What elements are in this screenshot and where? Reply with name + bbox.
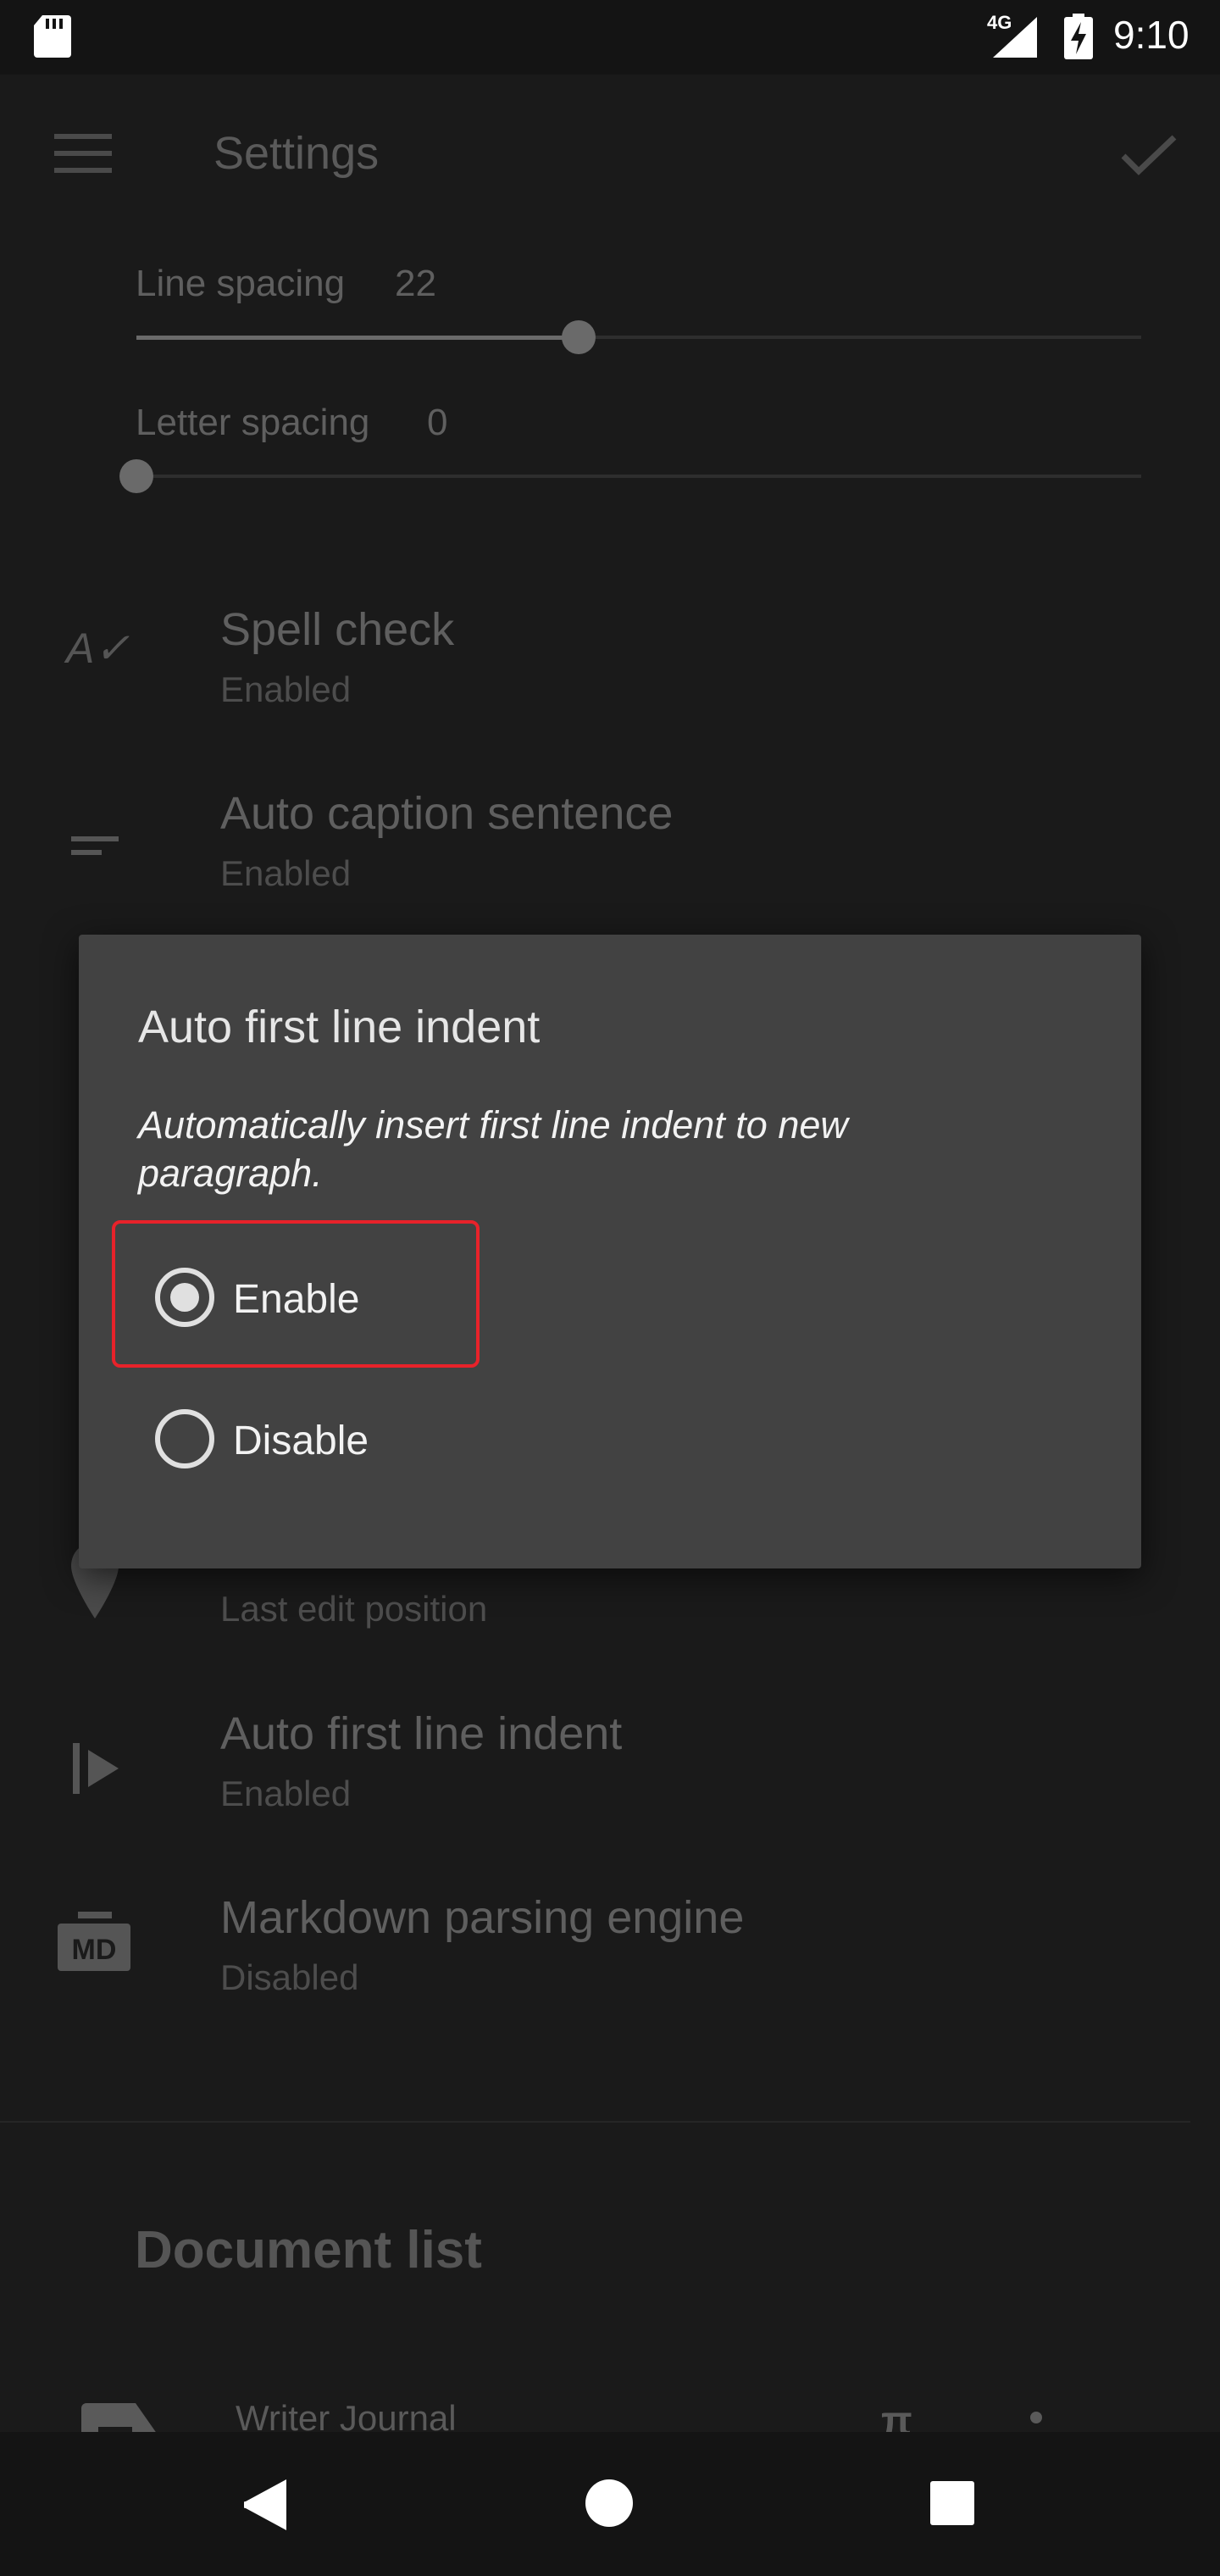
indent-icon	[73, 1743, 119, 1794]
document-icon	[81, 2403, 156, 2432]
battery-charging-icon	[1064, 14, 1093, 59]
setting-title: Auto caption sentence	[220, 788, 674, 839]
letter-spacing-slider[interactable]	[119, 459, 1141, 493]
setting-title: Markdown parsing engine	[220, 1892, 745, 1943]
line-spacing-label: Line spacing	[136, 263, 346, 304]
status-bar: 4G 9:10	[0, 0, 1220, 75]
spell-check-icon: A✓	[66, 625, 130, 672]
letter-spacing-value: 0	[427, 402, 448, 443]
setting-subtitle: Enabled	[220, 669, 352, 709]
home-icon[interactable]	[585, 2479, 633, 2527]
svg-text:MD: MD	[72, 1934, 117, 1966]
dialog-title: Auto first line indent	[138, 1002, 541, 1052]
clock: 9:10	[1113, 13, 1190, 57]
setting-spell-check[interactable]: A✓ Spell check Enabled	[0, 593, 1220, 763]
page-title: Settings	[214, 128, 380, 179]
document-title: Writer Journal	[236, 2398, 457, 2432]
short-text-icon	[71, 836, 119, 855]
dialog-description: Automatically insert first line indent t…	[138, 1103, 848, 1195]
menu-icon[interactable]	[54, 134, 112, 173]
markdown-icon: MD	[58, 1912, 130, 1971]
setting-subtitle: Last edit position	[220, 1589, 488, 1629]
line-spacing-slider[interactable]	[136, 320, 1141, 354]
setting-subtitle: Disabled	[220, 1957, 359, 1997]
setting-auto-caption[interactable]: Auto caption sentence Enabled	[0, 777, 1220, 947]
text-format-icon[interactable]: π	[881, 2398, 912, 2432]
radio-enable[interactable]: Enable	[130, 1259, 553, 1335]
radio-disable[interactable]: Disable	[130, 1401, 553, 1477]
navigation-bar	[0, 2432, 1220, 2576]
recents-icon[interactable]	[930, 2481, 974, 2525]
setting-subtitle: Enabled	[220, 1774, 352, 1813]
document-item[interactable]: Writer Journal π	[0, 2390, 1220, 2432]
line-spacing-value: 22	[395, 263, 436, 304]
setting-title: Auto first line indent	[220, 1708, 623, 1759]
radio-label: Enable	[233, 1277, 360, 1322]
setting-title: Spell check	[220, 604, 455, 655]
auto-indent-dialog: Auto first line indent Automatically ins…	[79, 935, 1141, 1568]
radio-unchecked-icon	[155, 1409, 214, 1468]
back-icon[interactable]	[244, 2479, 290, 2530]
app-bar: Settings	[0, 75, 1220, 234]
sd-card-icon	[34, 15, 71, 58]
divider	[0, 2121, 1190, 2123]
setting-subtitle: Enabled	[220, 853, 352, 893]
signal-icon	[993, 17, 1037, 58]
setting-markdown[interactable]: MD Markdown parsing engine Disabled	[0, 1881, 1220, 2051]
letter-spacing-label: Letter spacing	[136, 402, 370, 443]
radio-checked-icon	[155, 1268, 214, 1327]
more-icon[interactable]	[1030, 2412, 1042, 2423]
section-header: Document list	[135, 2221, 482, 2279]
radio-label: Disable	[233, 1418, 369, 1463]
setting-auto-indent[interactable]: Auto first line indent Enabled	[0, 1697, 1220, 1867]
check-icon[interactable]	[1120, 134, 1178, 176]
